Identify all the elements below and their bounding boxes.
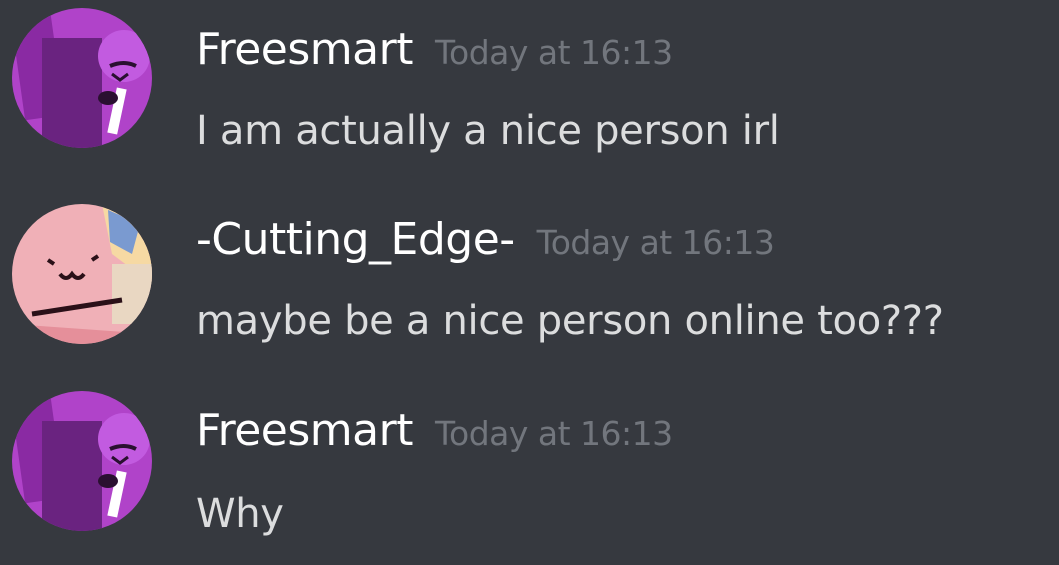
user-avatar[interactable]	[12, 391, 152, 531]
chat-message: Freesmart Today at 16:13 Why	[0, 383, 1059, 565]
user-avatar[interactable]	[12, 204, 152, 344]
message-text: I am actually a nice person irl	[196, 108, 780, 154]
message-text: maybe be a nice person online too???	[196, 298, 944, 344]
pink-character-avatar-icon	[12, 204, 152, 344]
username[interactable]: Freesmart	[196, 24, 413, 75]
timestamp: Today at 16:13	[434, 414, 673, 453]
timestamp: Today at 16:13	[434, 33, 673, 72]
chat-message: Freesmart Today at 16:13 I am actually a …	[0, 0, 1059, 190]
chat-message: -Cutting_Edge- Today at 16:13 maybe be a …	[0, 190, 1059, 380]
timestamp: Today at 16:13	[536, 223, 775, 262]
user-avatar[interactable]	[12, 8, 152, 148]
username[interactable]: Freesmart	[196, 405, 413, 456]
message-text: Why	[196, 491, 284, 537]
purple-character-avatar-icon	[12, 8, 152, 148]
username[interactable]: -Cutting_Edge-	[196, 214, 515, 265]
purple-character-avatar-icon	[12, 391, 152, 531]
